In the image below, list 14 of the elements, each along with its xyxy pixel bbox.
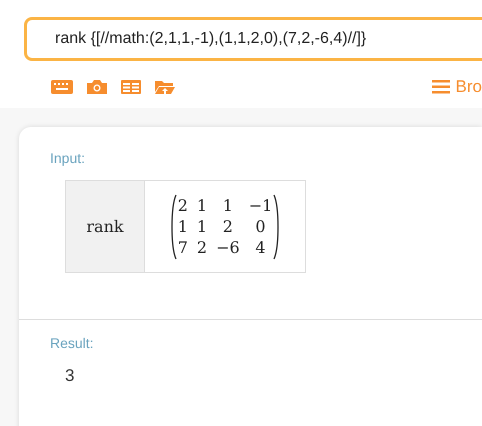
left-parenthesis-icon bbox=[170, 194, 177, 260]
table-icon[interactable] bbox=[121, 80, 141, 94]
function-name: rank bbox=[66, 181, 145, 272]
menu-icon bbox=[432, 80, 450, 94]
search-field[interactable]: rank {[//math:(2,1,1,-1),(1,1,2,0),(7,2,-6,4)//]} bbox=[24, 17, 482, 61]
result-value: 3 bbox=[65, 366, 76, 386]
browse-label: Bro bbox=[456, 77, 482, 97]
folder-upload-icon[interactable] bbox=[155, 79, 175, 95]
camera-icon[interactable] bbox=[87, 80, 107, 94]
matrix-entries: 2 1 1 −1 1 1 2 0 7 2 −6 4 bbox=[178, 195, 272, 258]
pod-title: Result: bbox=[50, 335, 95, 351]
pod-title: Input: bbox=[50, 150, 86, 166]
keyboard-icon[interactable] bbox=[51, 80, 73, 94]
right-parenthesis-icon bbox=[273, 194, 280, 260]
